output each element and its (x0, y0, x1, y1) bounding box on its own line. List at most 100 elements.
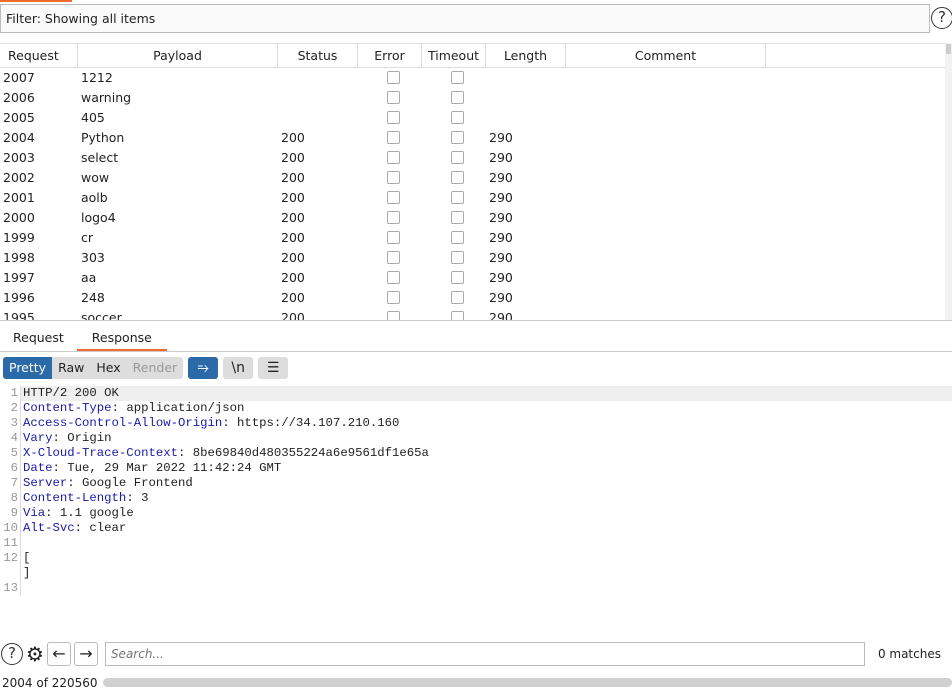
checkbox[interactable] (387, 211, 400, 224)
table-row[interactable]: 1997 aa 200 290 (0, 268, 945, 288)
show-newlines-button[interactable]: \n (223, 357, 254, 379)
tab-response[interactable]: Response (76, 327, 167, 351)
cell-length (486, 68, 566, 88)
header-name: Server (23, 476, 68, 490)
line-number: 7 (10, 476, 18, 490)
line-number: 5 (10, 446, 18, 460)
line-number: 3 (10, 416, 18, 430)
cell-request: 2002 (3, 170, 35, 185)
table-row[interactable]: 2004 Python 200 290 (0, 128, 945, 148)
tab-request[interactable]: Request (0, 327, 77, 351)
table-row[interactable]: 2002 wow 200 290 (0, 168, 945, 188)
checkbox[interactable] (387, 131, 400, 144)
next-arrow-icon[interactable]: → (73, 642, 98, 666)
column-header-status[interactable]: Status (278, 44, 358, 67)
checkbox[interactable] (451, 231, 464, 244)
cell-payload: aa (81, 270, 97, 285)
error-checkbox (358, 128, 422, 148)
search-input[interactable] (104, 642, 865, 666)
view-toolbar: Pretty Raw Hex Render ⥱ \n ☰ (3, 357, 289, 379)
hex-button[interactable]: Hex (90, 357, 126, 379)
column-header-error[interactable]: Error (358, 44, 422, 67)
column-header-request[interactable]: Request (0, 44, 78, 67)
raw-button[interactable]: Raw (52, 357, 90, 379)
checkbox[interactable] (451, 191, 464, 204)
line-number: 4 (10, 431, 18, 445)
column-header-comment[interactable]: Comment (566, 44, 766, 67)
cell-length: 290 (489, 130, 513, 145)
header-value: ] (23, 566, 31, 580)
table-row[interactable]: 2005 405 (0, 108, 945, 128)
checkbox[interactable] (387, 171, 400, 184)
error-checkbox (358, 88, 422, 108)
checkbox[interactable] (451, 311, 464, 320)
line-text: Vary: Origin (20, 431, 952, 446)
checkbox[interactable] (387, 251, 400, 264)
checkbox[interactable] (451, 91, 464, 104)
checkbox[interactable] (387, 231, 400, 244)
code-line: 4 Vary: Origin (0, 431, 952, 446)
code-line: ] (0, 566, 952, 581)
table-row[interactable]: 1999 cr 200 290 (0, 228, 945, 248)
header-name: Access-Control-Allow-Origin (23, 416, 223, 430)
header-name: Alt-Svc (23, 521, 75, 535)
wrap-lines-icon[interactable]: ⥱ (188, 357, 219, 379)
line-text: [ (20, 551, 952, 566)
line-text: Content-Length: 3 (20, 491, 952, 506)
table-row[interactable]: 1995 soccer 200 290 (0, 308, 945, 320)
line-number: 10 (3, 521, 18, 535)
column-header-payload[interactable]: Payload (78, 44, 278, 67)
cell-payload: logo4 (81, 210, 116, 225)
table-row[interactable]: 2006 warning (0, 88, 945, 108)
code-line: 13 (0, 581, 952, 596)
filter-bar[interactable]: Filter: Showing all items (0, 4, 930, 33)
code-line: 7 Server: Google Frontend (0, 476, 952, 491)
help-icon[interactable]: ? (931, 7, 952, 29)
column-header-length[interactable]: Length (486, 44, 566, 67)
checkbox[interactable] (451, 151, 464, 164)
checkbox[interactable] (387, 291, 400, 304)
line-number: 2 (10, 401, 18, 415)
checkbox[interactable] (387, 71, 400, 84)
pane-divider[interactable] (0, 320, 952, 321)
cell-request: 2000 (3, 210, 35, 225)
menu-icon[interactable]: ☰ (258, 357, 289, 379)
cell-request: 2003 (3, 150, 35, 165)
checkbox[interactable] (387, 111, 400, 124)
checkbox[interactable] (451, 171, 464, 184)
checkbox[interactable] (451, 71, 464, 84)
gear-icon[interactable]: ⚙ (26, 643, 44, 665)
checkbox[interactable] (387, 271, 400, 284)
table-scrollbar[interactable] (945, 43, 952, 320)
table-row[interactable]: 2000 logo4 200 290 (0, 208, 945, 228)
header-name: Vary (23, 431, 53, 445)
checkbox[interactable] (451, 291, 464, 304)
table-row[interactable]: 2003 select 200 290 (0, 148, 945, 168)
table-row[interactable]: 2001 aolb 200 290 (0, 188, 945, 208)
render-button[interactable]: Render (127, 357, 184, 379)
table-row[interactable]: 1998 303 200 290 (0, 248, 945, 268)
line-number: 6 (10, 461, 18, 475)
column-header-timeout[interactable]: Timeout (422, 44, 486, 67)
cell-payload: 303 (81, 250, 105, 265)
code-line: 2 Content-Type: application/json (0, 401, 952, 416)
checkbox[interactable] (387, 311, 400, 320)
table-row[interactable]: 1996 248 200 290 (0, 288, 945, 308)
cell-payload: 405 (81, 110, 105, 125)
table-row[interactable]: 2007 1212 (0, 68, 945, 88)
cell-comment (566, 308, 766, 320)
checkbox[interactable] (451, 271, 464, 284)
checkbox[interactable] (451, 111, 464, 124)
checkbox[interactable] (387, 191, 400, 204)
code-line: 5 X-Cloud-Trace-Context: 8be69840d4803552… (0, 446, 952, 461)
checkbox[interactable] (387, 91, 400, 104)
checkbox[interactable] (451, 211, 464, 224)
previous-arrow-icon[interactable]: ← (46, 642, 71, 666)
checkbox[interactable] (387, 151, 400, 164)
checkbox[interactable] (451, 251, 464, 264)
pretty-button[interactable]: Pretty (3, 357, 53, 379)
checkbox[interactable] (451, 131, 464, 144)
response-editor[interactable]: 1 HTTP/2 200 OK 2 Content-Type: application… (0, 386, 952, 596)
error-checkbox (358, 228, 422, 248)
help-icon[interactable]: ? (1, 643, 23, 665)
